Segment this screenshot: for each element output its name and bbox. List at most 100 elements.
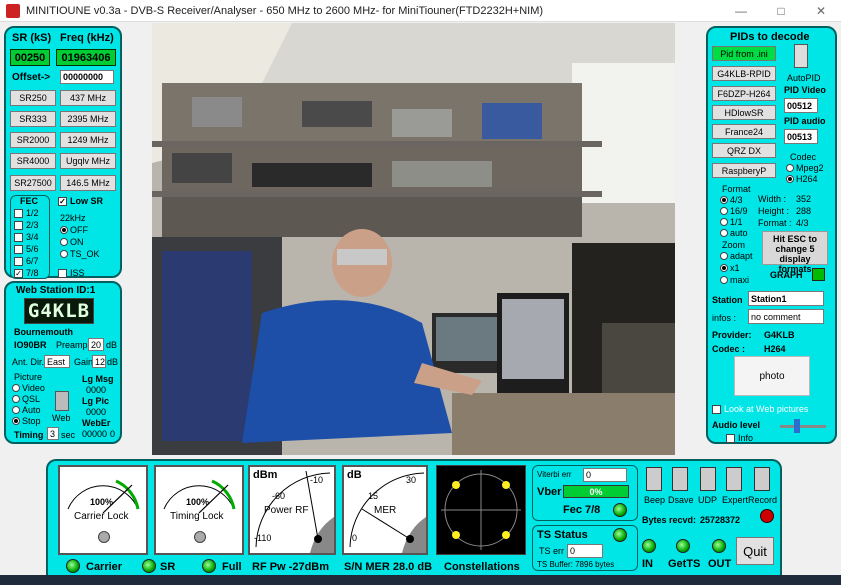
infos-field[interactable]: no comment — [748, 309, 824, 324]
audio-slider-track[interactable] — [780, 425, 826, 428]
picture-label: Picture — [14, 372, 43, 382]
pid-from-ini-button[interactable]: Pid from .ini — [712, 46, 776, 61]
out-led-icon — [712, 539, 726, 553]
codec-mpeg2[interactable]: Mpeg2 — [786, 163, 824, 173]
web-toggle-icon[interactable] — [55, 391, 69, 411]
minimize-button[interactable]: — — [721, 0, 761, 22]
sr2000-button[interactable]: SR2000 — [10, 132, 56, 148]
out-label: OUT — [708, 558, 732, 570]
getts-led-icon — [676, 539, 690, 553]
pid-g4klb-button[interactable]: G4KLB-RPID — [712, 66, 776, 81]
pid-raspberyp-button[interactable]: RaspberyP — [712, 163, 776, 178]
constellation-plot — [441, 470, 521, 550]
format-1-1[interactable]: 1/1 — [720, 217, 743, 227]
gain-field[interactable]: 12 — [92, 355, 106, 368]
fec-6-7[interactable]: 6/7 — [14, 256, 39, 266]
autopid-toggle-icon[interactable] — [794, 44, 808, 68]
beep-switch-icon[interactable] — [646, 467, 662, 491]
codec2-label: Codec : — [712, 344, 746, 354]
khz-off[interactable]: OFF — [60, 225, 88, 235]
zoom-x1[interactable]: x1 — [720, 263, 740, 273]
freq-value[interactable]: 01963406 — [56, 49, 116, 66]
format-16-9[interactable]: 16/9 — [720, 206, 748, 216]
graph-indicator[interactable] — [812, 268, 825, 281]
fec-title: FEC — [20, 196, 38, 206]
picture-auto[interactable]: Auto — [12, 405, 41, 415]
freq-146-button[interactable]: 146.5 MHz — [60, 175, 116, 191]
picture-video[interactable]: Video — [12, 383, 45, 393]
freq-1249-button[interactable]: 1249 MHz — [60, 132, 116, 148]
zoom-maxi[interactable]: maxi — [720, 275, 749, 285]
pid-audio-field[interactable]: 00513 — [784, 129, 818, 144]
iss-checkbox[interactable]: ISS — [58, 268, 85, 278]
maximize-button[interactable]: □ — [761, 0, 801, 22]
pid-hdlowsr-button[interactable]: HDlowSR — [712, 105, 776, 120]
viterbi-field: 0 — [583, 468, 627, 482]
weberr-suffix: 0 — [110, 429, 116, 439]
info-checkbox[interactable]: Info — [726, 433, 753, 443]
close-button[interactable]: ✕ — [801, 0, 841, 22]
sr333-button[interactable]: SR333 — [10, 111, 56, 127]
pid-video-field[interactable]: 00512 — [784, 98, 818, 113]
sr-value[interactable]: 00250 — [10, 49, 50, 66]
khz-on[interactable]: ON — [60, 237, 84, 247]
audio-slider-thumb[interactable] — [794, 419, 800, 433]
ts-err-field: 0 — [567, 544, 603, 558]
quit-button[interactable]: Quit — [736, 537, 774, 565]
mer-tick-1: 15 — [368, 491, 379, 501]
full-led-icon — [202, 559, 216, 573]
sr-label: SR (kS) — [12, 32, 52, 44]
freq-2395-button[interactable]: 2395 MHz — [60, 111, 116, 127]
zoom-adapt[interactable]: adapt — [720, 251, 753, 261]
station-field[interactable]: Station1 — [748, 291, 824, 306]
bytes-recvd-value: 25728372 — [700, 515, 741, 525]
codec-h264[interactable]: H264 — [786, 174, 818, 184]
khz-tsok[interactable]: TS_OK — [60, 249, 100, 259]
fec-status-label: Fec 7/8 — [563, 504, 601, 516]
dsave-switch-icon[interactable] — [672, 467, 688, 491]
timing-field[interactable]: 3 — [47, 427, 59, 440]
infos-label: infos : — [712, 313, 737, 323]
esc-hint: Hit ESC to change 5 display formats — [762, 231, 828, 274]
pid-france24-button[interactable]: France24 — [712, 124, 776, 139]
fec-led-icon — [613, 503, 627, 517]
preamp-field[interactable]: 20 — [88, 338, 104, 351]
record-switch-icon[interactable] — [754, 467, 770, 491]
picture-qsl[interactable]: QSL — [12, 394, 40, 404]
low-sr-checkbox[interactable]: ✓ Low SR — [58, 196, 103, 206]
ant-dir-field[interactable]: East — [44, 355, 70, 368]
format-4-3[interactable]: 4/3 — [720, 195, 743, 205]
timing-lock-label: Timing Lock — [170, 511, 224, 522]
rf-power-readout: RF Pw -27dBm — [252, 561, 330, 573]
udp-switch-icon[interactable] — [700, 467, 716, 491]
fec-7-8[interactable]: ✓ 7/8 — [14, 268, 39, 278]
fec-5-6[interactable]: 5/6 — [14, 244, 39, 254]
sr27500-button[interactable]: SR27500 — [10, 175, 56, 191]
pid-f6dzp-button[interactable]: F6DZP-H264 — [712, 86, 776, 101]
weberr-value: 00000 — [82, 429, 108, 439]
power-tick-3: -110 — [254, 533, 272, 543]
expert-switch-icon[interactable] — [726, 467, 742, 491]
fec-2-3[interactable]: 2/3 — [14, 220, 39, 230]
provider-label: Provider: — [712, 330, 752, 340]
pid-qrzdx-button[interactable]: QRZ DX — [712, 143, 776, 158]
sr250-button[interactable]: SR250 — [10, 90, 56, 106]
look-web-checkbox[interactable]: Look at Web pictures — [712, 404, 808, 414]
dsave-label: Dsave — [668, 495, 694, 505]
fec-3-4[interactable]: 3/4 — [14, 232, 39, 242]
carrier-led-label: Carrier — [86, 561, 123, 573]
sr4000-button[interactable]: SR4000 — [10, 153, 56, 169]
format-auto[interactable]: auto — [720, 228, 748, 238]
lgmsg-value: 0000 — [86, 385, 107, 395]
web-station-panel: Web Station ID:1 G4KLB Bournemouth IO90B… — [4, 281, 122, 444]
offset-field[interactable]: 00000000 — [60, 70, 114, 84]
gain-db: dB — [107, 357, 119, 367]
constellations-label: Constellations — [444, 561, 520, 573]
power-unit: dBm — [253, 469, 278, 481]
getts-label: GetTS — [668, 558, 701, 570]
freq-ugqlv-button[interactable]: Ugqlv MHz — [60, 153, 116, 169]
photo-button[interactable]: photo — [734, 356, 810, 396]
fec-1-2[interactable]: 1/2 — [14, 208, 39, 218]
freq-437-button[interactable]: 437 MHz — [60, 90, 116, 106]
picture-stop[interactable]: Stop — [12, 416, 41, 426]
